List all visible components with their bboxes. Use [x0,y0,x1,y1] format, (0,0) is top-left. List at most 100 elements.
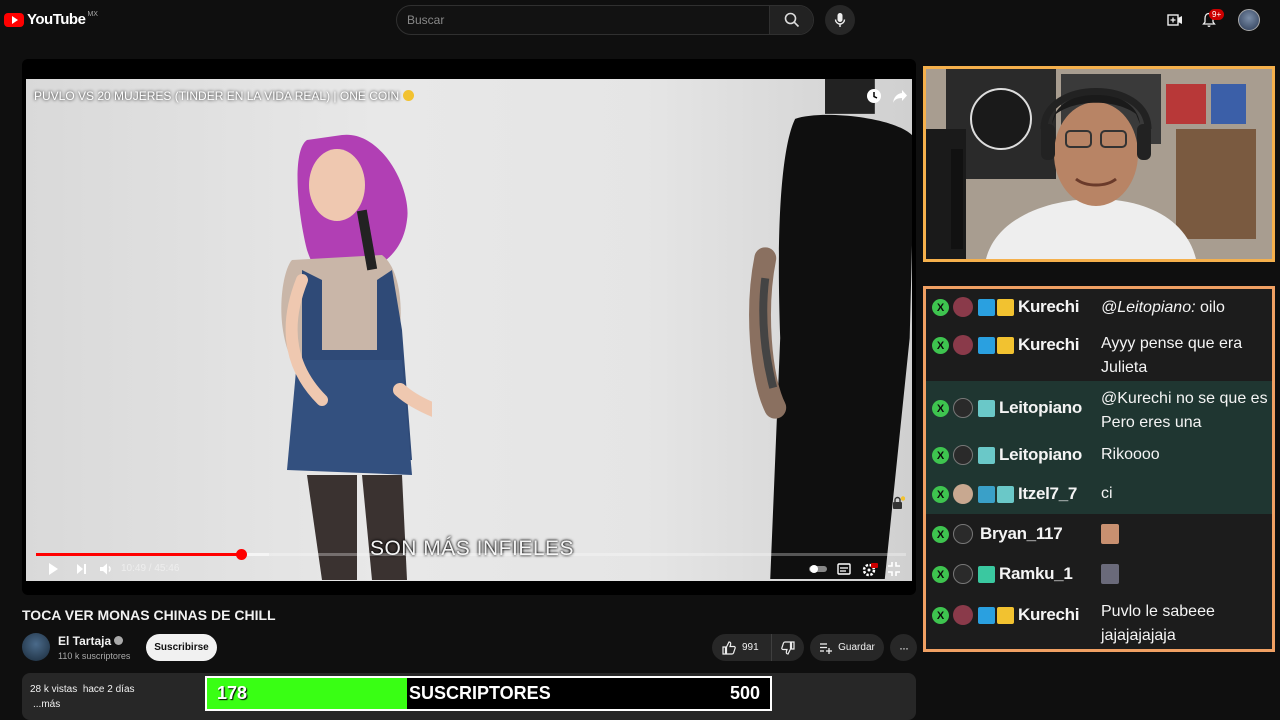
hammer-badge-icon [978,337,995,354]
video-frame[interactable] [26,79,912,581]
x-badge-icon: X [932,337,949,354]
channel-name[interactable]: El Tartaja [58,634,124,648]
chat-overlay: X Kurechi @Leitopiano: oilo X Kurechi Ay… [923,286,1275,652]
hammer-badge-icon [978,607,995,624]
chat-username: Kurechi [1018,335,1080,354]
x-badge-icon: X [932,526,949,543]
youtube-logo[interactable]: YouTube MX [4,11,98,28]
time-total: 45:46 [154,563,180,574]
logo-text: YouTube [27,11,86,28]
webcam-streamer-image [926,69,1272,259]
dislike-button[interactable] [772,634,804,661]
hammer-badge-icon [978,299,995,316]
autoplay-toggle-icon[interactable] [808,561,828,577]
wolf-emote-icon [1101,564,1119,584]
subtitles-icon[interactable] [837,561,851,577]
thumbs-up-icon [722,640,736,655]
search-box [396,5,814,35]
video-overlay-title-text: PUVLO VS 20 MUJERES (TINDER EN LA VIDA R… [34,89,400,103]
user-avatar-badge [953,297,973,317]
time-current: 10:49 [121,563,147,574]
channel-name-text: El Tartaja [58,634,112,648]
upload-age: hace 2 días [82,684,135,695]
channel-subscribers: 110 k suscriptores [58,651,131,661]
x-badge-icon: X [932,566,949,583]
play-icon[interactable] [46,561,60,577]
save-label: Guardar [838,642,875,653]
chat-username: Bryan_117 [980,524,1063,543]
x-badge-icon: X [932,607,949,624]
create-button[interactable] [1166,11,1184,29]
page: YouTube MX 9+ [0,0,1280,720]
search-input[interactable] [397,6,769,34]
description-stats: 28 k vistas hace 2 días [30,684,135,695]
subscribe-button[interactable]: Suscribirse [146,634,217,661]
chat-username: Itzel7_7 [1018,484,1078,503]
chat-message: X Kurechi @Leitopiano: oilo [926,289,1272,326]
channel-avatar[interactable] [22,633,50,661]
add-to-playlist-icon [820,642,833,654]
chat-text: @Leitopiano: oilo [1101,296,1269,320]
video-person-man [749,79,912,579]
goal-current: 178 [217,683,248,703]
save-button[interactable]: Guardar [810,634,884,661]
sub-badge-icon [978,447,995,464]
default-avatar-icon [953,398,973,418]
chat-message: X Leitopiano @Kurechi no se que es Pero … [926,381,1272,455]
chat-message: X Bryan_117 [926,514,1272,554]
coin-emoji-icon [403,90,415,101]
face-emote-icon [1101,524,1119,544]
volume-icon[interactable] [98,561,114,577]
default-avatar-icon [953,445,973,465]
search-button[interactable] [769,6,813,34]
video-overlay-title: PUVLO VS 20 MUJERES (TINDER EN LA VIDA R… [34,89,415,103]
like-dislike-group: 991 [712,634,804,661]
notifications-badge: 9+ [1209,9,1225,20]
search-icon [784,12,799,28]
account-avatar[interactable] [1238,9,1260,31]
settings-icon[interactable] [862,561,878,577]
create-icon [1167,14,1182,26]
verified-icon [114,636,124,645]
default-avatar-icon [953,564,973,584]
x-badge-icon: X [932,299,949,316]
progress-bar[interactable] [36,549,906,560]
gift-badge-icon [978,566,995,583]
like-button[interactable]: 991 [712,634,772,661]
view-count: 28 k vistas [30,684,78,695]
user-avatar-badge [953,484,973,504]
user-avatar-badge [953,605,973,625]
crown-badge-icon [997,299,1014,316]
chat-text: Rikoooo [1101,446,1160,463]
chat-text: ci [1101,485,1113,502]
more-actions-button[interactable]: ··· [890,634,917,661]
youtube-play-icon [4,12,24,27]
chat-username: Leitopiano [999,398,1082,417]
share-icon[interactable] [892,88,908,104]
logo-region: MX [87,11,98,18]
mic-icon [834,13,846,27]
watch-later-icon[interactable] [866,88,882,104]
video-person-woman [281,134,432,580]
crown-badge-icon [997,607,1014,624]
gg-badge-icon [978,486,995,503]
chat-message: X Kurechi Puvlo le sabeee jajajajajaja [926,594,1272,649]
next-icon[interactable] [74,561,88,577]
crown-badge-icon [997,337,1014,354]
default-avatar-icon [953,524,973,544]
chat-username: Kurechi [1018,297,1080,316]
chat-text-body: oilo [1199,299,1225,316]
video-caption: SON MÁS INFIELES [369,537,575,560]
description-more-link[interactable]: ...más [33,699,60,710]
voice-search-button[interactable] [825,5,855,35]
chat-username: Ramku_1 [999,564,1073,583]
chat-username: Leitopiano [999,445,1082,464]
x-badge-icon: X [932,400,949,417]
like-count: 991 [742,642,759,653]
chat-text: Puvlo le sabeee jajajajajaja [1101,603,1215,644]
x-badge-icon: X [932,486,949,503]
fullscreen-icon[interactable] [887,561,901,577]
sub-badge-icon [978,400,995,417]
goal-target: 500 [729,683,760,703]
subscriber-goal-bar: 178 SUSCRIPTORES 500 [205,676,772,711]
